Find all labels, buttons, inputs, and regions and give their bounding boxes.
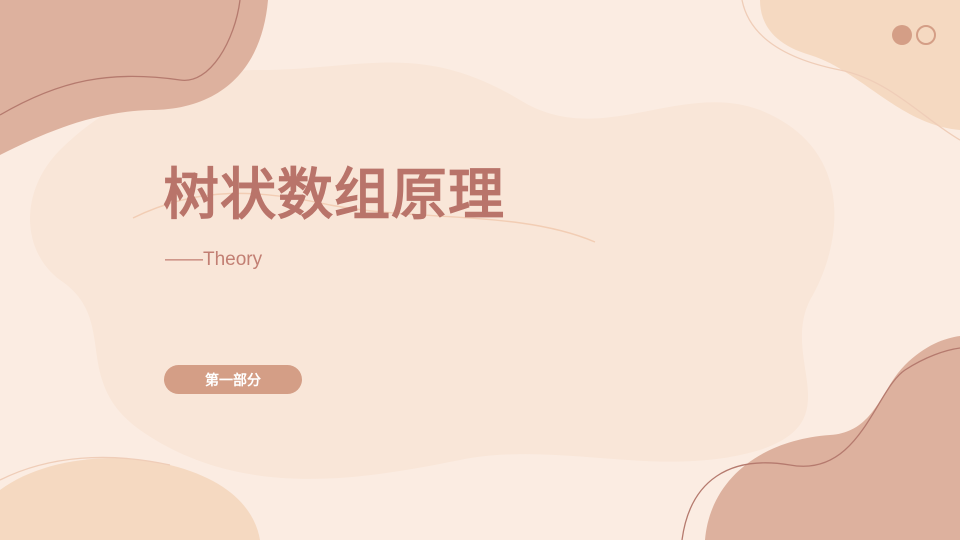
decorative-dots-icon xyxy=(892,25,938,47)
slide-title: 树状数组原理 xyxy=(163,162,505,228)
bottom-left-blob xyxy=(0,458,260,540)
background-decoration xyxy=(0,0,960,540)
section-badge-label: 第一部分 xyxy=(205,372,261,389)
top-right-blob xyxy=(760,0,960,130)
outline-dot-icon xyxy=(916,25,936,45)
center-blob xyxy=(30,62,835,479)
section-badge: 第一部分 xyxy=(164,365,302,394)
filled-dot-icon xyxy=(892,25,912,45)
slide: 树状数组原理 ——Theory 第一部分 xyxy=(0,0,960,540)
slide-subtitle: ——Theory xyxy=(165,249,263,270)
